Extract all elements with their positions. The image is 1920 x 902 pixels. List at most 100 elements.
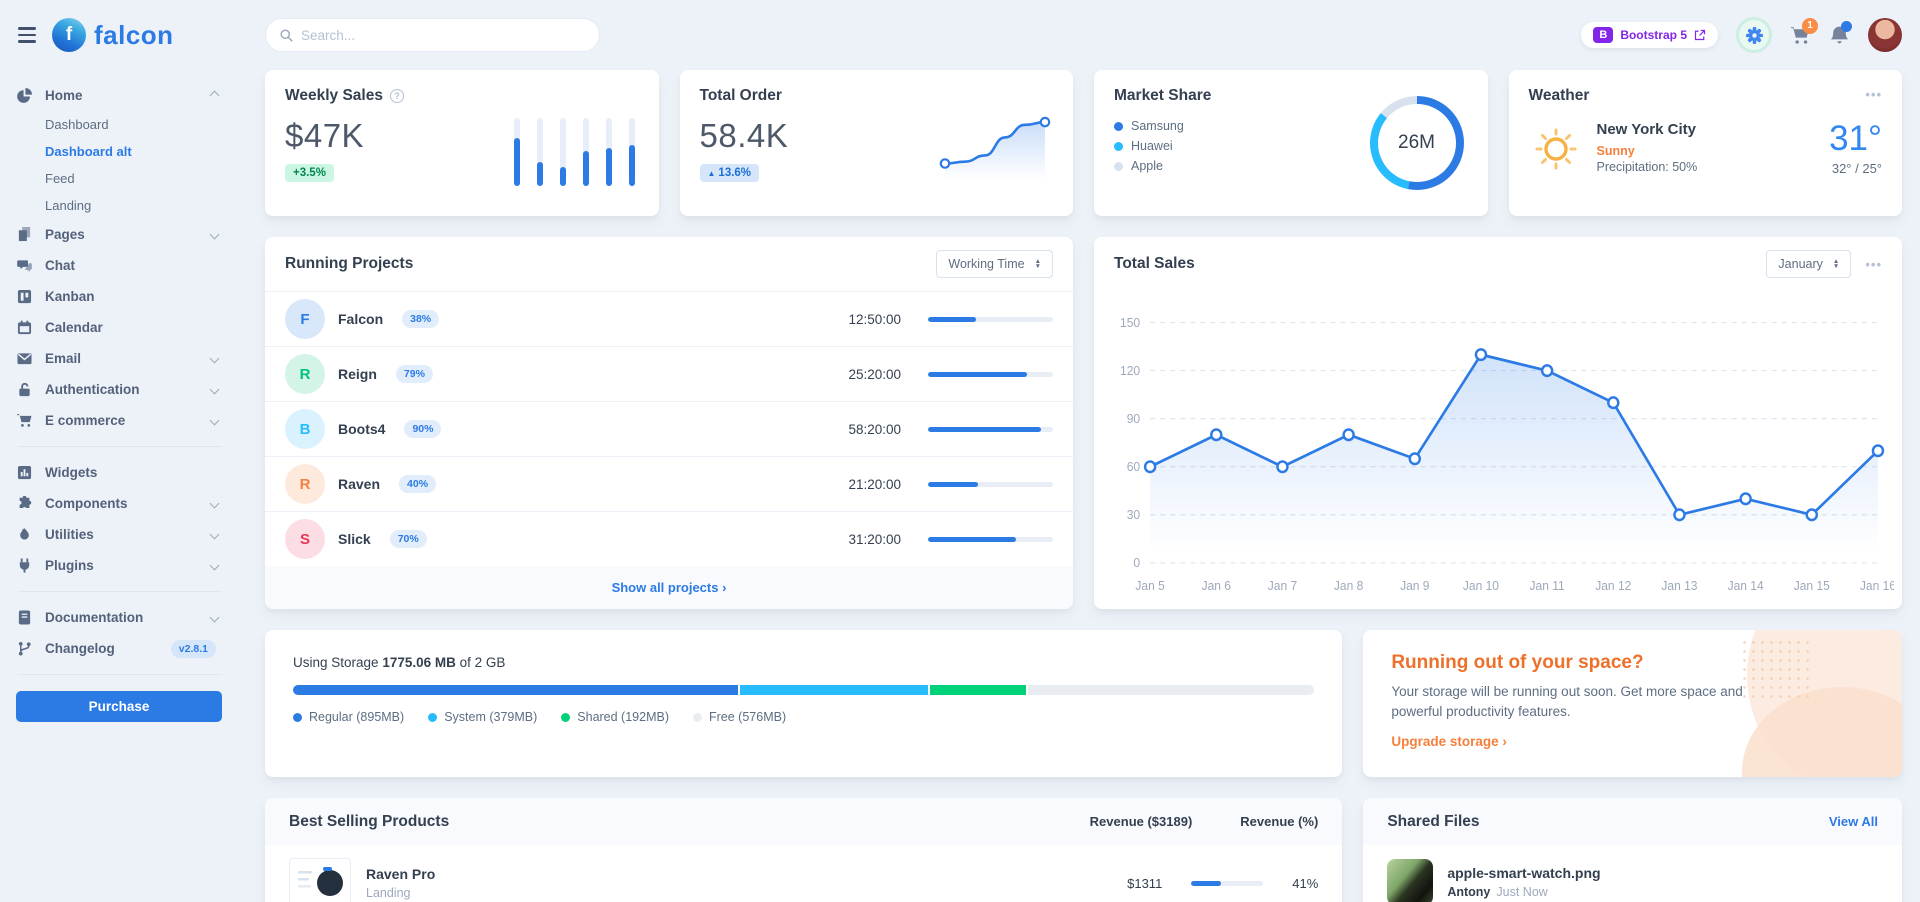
- weather-city: New York City: [1597, 121, 1816, 138]
- product-category[interactable]: Landing: [366, 886, 1095, 900]
- product-row-raven-pro[interactable]: Raven ProLanding$131141%: [265, 845, 1342, 902]
- bootstrap-5-badge[interactable]: B Bootstrap 5: [1581, 22, 1718, 48]
- show-all-projects-link[interactable]: Show all projects ›: [612, 580, 727, 595]
- market-share-card: Market Share SamsungHuaweiApple 26M: [1094, 70, 1488, 216]
- weekly-sales-bar-chart: [514, 118, 635, 186]
- svg-text:Jan 14: Jan 14: [1728, 579, 1764, 593]
- project-name[interactable]: Boots4: [338, 421, 385, 437]
- legend-dot: [561, 713, 570, 722]
- project-percent-badge: 70%: [390, 530, 427, 548]
- file-row-apple-smart-watch.png[interactable]: apple-smart-watch.png Antony Just Now: [1363, 845, 1902, 902]
- main-content: B Bootstrap 5 1: [240, 0, 1920, 902]
- sidebar-item-dashboard-alt[interactable]: Dashboard alt: [16, 138, 224, 165]
- project-progress-fill: [928, 317, 976, 322]
- weather-temperature: 31°: [1829, 119, 1882, 159]
- sidebar-item-label: Email: [45, 351, 199, 366]
- project-avatar: S: [285, 519, 325, 559]
- project-name[interactable]: Reign: [338, 366, 377, 382]
- project-row-raven[interactable]: RRaven40%21:20:00: [265, 456, 1073, 511]
- search-box[interactable]: [265, 18, 600, 52]
- hamburger-menu-icon[interactable]: [16, 19, 38, 51]
- search-input[interactable]: [301, 28, 585, 43]
- sidebar-item-label: Calendar: [45, 320, 224, 335]
- project-percent-badge: 40%: [399, 475, 436, 493]
- sidebar-item-changelog[interactable]: Changelogv2.8.1: [16, 633, 224, 664]
- sidebar-item-calendar[interactable]: Calendar: [16, 312, 224, 343]
- sidebar-item-label: Changelog: [45, 641, 159, 656]
- sidebar-item-feed[interactable]: Feed: [16, 165, 224, 192]
- sidebar-item-label: Pages: [45, 227, 199, 242]
- product-name[interactable]: Raven Pro: [366, 866, 1095, 882]
- project-progress-bar: [928, 317, 1053, 322]
- total-order-title: Total Order: [700, 87, 782, 105]
- book-icon: [16, 609, 33, 626]
- sidebar-item-email[interactable]: Email: [16, 343, 224, 374]
- sidebar-item-utilities[interactable]: Utilities: [16, 519, 224, 550]
- file-name[interactable]: apple-smart-watch.png: [1447, 865, 1600, 881]
- total-sales-menu-button[interactable]: •••: [1865, 257, 1882, 272]
- branch-icon: [16, 640, 33, 657]
- month-select[interactable]: January ▲▼: [1766, 250, 1851, 278]
- sidebar-item-home[interactable]: Home: [16, 80, 224, 111]
- sidebar-item-plugins[interactable]: Plugins: [16, 550, 224, 581]
- project-name[interactable]: Falcon: [338, 311, 383, 327]
- svg-text:Jan 7: Jan 7: [1268, 579, 1298, 593]
- file-time: Just Now: [1496, 885, 1547, 899]
- kanban-icon: [16, 288, 33, 305]
- view-all-link[interactable]: View All: [1829, 814, 1878, 829]
- search-icon: [280, 29, 293, 42]
- chevron-down-icon: [210, 416, 220, 426]
- caret-up-icon: ▲: [708, 169, 716, 178]
- project-row-boots4[interactable]: BBoots490%58:20:00: [265, 401, 1073, 456]
- weekly-sales-bar: [560, 118, 566, 186]
- sidebar-item-label: Plugins: [45, 558, 199, 573]
- sidebar-nav: HomeDashboardDashboard altFeedLanding Pag…: [14, 70, 226, 675]
- svg-text:30: 30: [1127, 508, 1141, 522]
- sidebar-item-label: Authentication: [45, 382, 199, 397]
- upgrade-storage-link[interactable]: Upgrade storage ›: [1391, 734, 1507, 749]
- sidebar-item-authentication[interactable]: Authentication: [16, 374, 224, 405]
- storage-legend-item: Shared (192MB): [561, 710, 669, 724]
- sidebar-item-chat[interactable]: Chat: [16, 250, 224, 281]
- settings-button[interactable]: [1736, 17, 1772, 53]
- sidebar-item-components[interactable]: Components: [16, 488, 224, 519]
- weather-precipitation: Precipitation: 50%: [1597, 160, 1816, 174]
- sidebar-item-dashboard[interactable]: Dashboard: [16, 111, 224, 138]
- column-revenue: Revenue ($3189): [1090, 814, 1193, 829]
- project-row-falcon[interactable]: FFalcon38%12:50:00: [265, 291, 1073, 346]
- sidebar-item-landing[interactable]: Landing: [16, 192, 224, 219]
- legend-dot: [1114, 142, 1123, 151]
- sidebar-item-label: Kanban: [45, 289, 224, 304]
- user-avatar[interactable]: [1868, 18, 1902, 52]
- falcon-logo[interactable]: f falcon: [52, 18, 174, 52]
- project-avatar: F: [285, 299, 325, 339]
- svg-text:Jan 6: Jan 6: [1202, 579, 1232, 593]
- file-author[interactable]: Antony: [1447, 885, 1490, 899]
- sidebar-item-documentation[interactable]: Documentation: [16, 602, 224, 633]
- project-row-slick[interactable]: SSlick70%31:20:00: [265, 511, 1073, 566]
- project-row-reign[interactable]: RReign79%25:20:00: [265, 346, 1073, 401]
- weather-menu-button[interactable]: •••: [1865, 87, 1882, 102]
- working-time-select[interactable]: Working Time ▲▼: [936, 250, 1053, 278]
- sidebar-item-label: Components: [45, 496, 199, 511]
- sidebar-item-widgets[interactable]: Widgets: [16, 457, 224, 488]
- project-name[interactable]: Raven: [338, 476, 380, 492]
- project-percent-badge: 90%: [404, 420, 441, 438]
- running-projects-card: Running Projects Working Time ▲▼ FFalcon…: [265, 237, 1073, 609]
- notifications-button[interactable]: [1829, 25, 1850, 46]
- cart-button[interactable]: 1: [1790, 25, 1811, 46]
- project-avatar: B: [285, 409, 325, 449]
- calendar-icon: [16, 319, 33, 336]
- svg-text:Jan 8: Jan 8: [1334, 579, 1364, 593]
- market-share-center-label: 26M: [1370, 96, 1464, 190]
- sidebar-item-e-commerce[interactable]: E commerce: [16, 405, 224, 436]
- purchase-button[interactable]: Purchase: [16, 691, 222, 722]
- product-info: Raven Pro Landing: [366, 866, 1095, 900]
- weather-title: Weather: [1529, 87, 1590, 105]
- project-name[interactable]: Slick: [338, 531, 371, 547]
- shared-files-list: apple-smart-watch.png Antony Just Now: [1363, 845, 1902, 902]
- sidebar-item-kanban[interactable]: Kanban: [16, 281, 224, 312]
- storage-legend-item: Free (576MB): [693, 710, 786, 724]
- help-icon[interactable]: ?: [390, 89, 404, 103]
- sidebar-item-pages[interactable]: Pages: [16, 219, 224, 250]
